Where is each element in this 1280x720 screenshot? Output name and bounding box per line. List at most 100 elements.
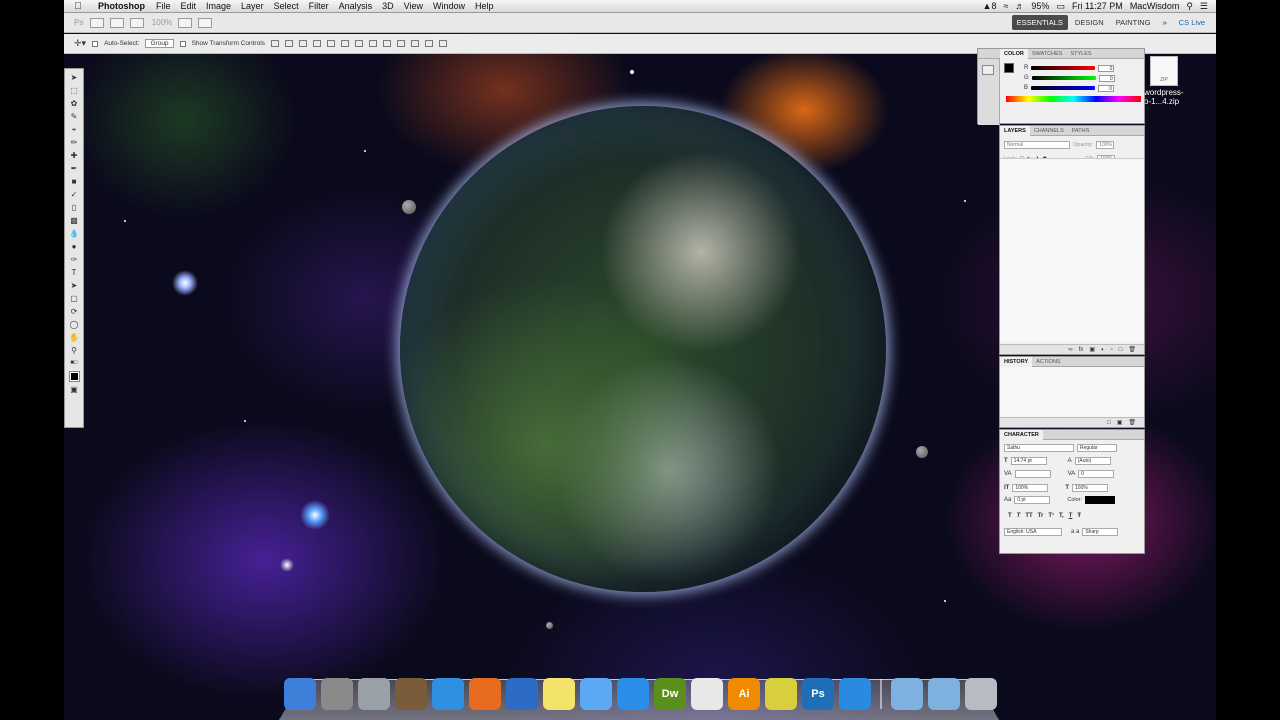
menu-filter[interactable]: Filter xyxy=(304,0,334,13)
shape-tool-icon[interactable]: ▢ xyxy=(69,294,80,303)
green-value[interactable]: 0 xyxy=(1098,74,1115,82)
workspace-design[interactable]: DESIGN xyxy=(1070,15,1109,30)
move-tool-preset-icon[interactable]: ✛▾ xyxy=(74,38,86,49)
history-list[interactable] xyxy=(1000,367,1144,417)
eraser-tool-icon[interactable]: ▯ xyxy=(69,203,80,212)
tab-character[interactable]: CHARACTER xyxy=(1000,429,1043,440)
text-color-swatch[interactable] xyxy=(1085,496,1116,504)
screen-mode-icon[interactable] xyxy=(198,17,213,28)
menu-image[interactable]: Image xyxy=(201,0,236,13)
blend-mode-select[interactable]: Normal xyxy=(1004,141,1070,149)
delete-state-icon[interactable]: 🗑 xyxy=(1128,419,1136,426)
distribute-top-icon[interactable] xyxy=(354,40,363,47)
cs-live-button[interactable]: CS Live xyxy=(1174,15,1210,30)
align-top-icon[interactable] xyxy=(270,40,279,47)
menu-select[interactable]: Select xyxy=(269,0,304,13)
new-layer-icon[interactable]: □ xyxy=(1119,347,1123,353)
tab-paths[interactable]: PATHS xyxy=(1068,126,1094,136)
photo-booth-icon[interactable] xyxy=(395,678,427,710)
apple-menu-icon[interactable]:  xyxy=(64,1,92,12)
itunes-icon[interactable] xyxy=(839,678,871,710)
subscript-button[interactable]: T, xyxy=(1059,513,1064,519)
eyedropper-tool-icon[interactable]: ✏ xyxy=(69,138,80,147)
auto-select-checkbox[interactable] xyxy=(92,40,99,47)
color-spectrum-ramp[interactable] xyxy=(1006,96,1141,102)
safari-icon[interactable] xyxy=(432,678,464,710)
adobe-updater-icon[interactable]: ▲8 xyxy=(983,1,997,11)
distribute-bottom-icon[interactable] xyxy=(382,40,391,47)
arrange-documents-icon[interactable] xyxy=(178,17,193,28)
acrobat-icon[interactable] xyxy=(691,678,723,710)
menu-3d[interactable]: 3D xyxy=(377,0,399,13)
vertical-scale-input[interactable]: 100% xyxy=(1012,484,1049,492)
horizontal-scale-input[interactable]: 100% xyxy=(1072,484,1109,492)
new-snapshot-icon[interactable]: ▣ xyxy=(1117,419,1123,426)
workspace-essentials[interactable]: ESSENTIALS xyxy=(1011,15,1068,30)
strikethrough-button[interactable]: Ŧ xyxy=(1077,513,1081,519)
blue-slider[interactable] xyxy=(1031,86,1096,90)
distribute-left-icon[interactable] xyxy=(396,40,405,47)
history-brush-tool-icon[interactable]: ✓ xyxy=(69,190,80,199)
antialias-select[interactable]: Sharp xyxy=(1082,528,1119,536)
layer-mask-icon[interactable]: ▣ xyxy=(1089,346,1095,353)
system-preferences-icon[interactable] xyxy=(321,678,353,710)
app-store-icon[interactable] xyxy=(617,678,649,710)
superscript-button[interactable]: T¹ xyxy=(1048,513,1054,519)
mini-bridge-icon[interactable] xyxy=(109,17,124,28)
stickies-icon[interactable] xyxy=(543,678,575,710)
default-colors-icon[interactable]: ■□ xyxy=(69,359,80,368)
user-name[interactable]: MacWisdom xyxy=(1130,1,1180,11)
leading-input[interactable]: (Auto) xyxy=(1074,457,1111,465)
quick-select-tool-icon[interactable]: ✎ xyxy=(69,112,80,121)
tab-layers[interactable]: LAYERS xyxy=(1000,125,1030,136)
brush-tool-icon[interactable]: ✒ xyxy=(69,164,80,173)
faux-bold-button[interactable]: T xyxy=(1008,513,1012,519)
finder-icon[interactable] xyxy=(284,678,316,710)
more-workspaces-button[interactable]: » xyxy=(1158,15,1172,30)
font-family-select[interactable]: Sathu xyxy=(1004,444,1074,452)
clone-stamp-tool-icon[interactable]: ■ xyxy=(69,177,80,186)
3d-orbit-tool-icon[interactable]: ◯ xyxy=(69,320,80,329)
spotlight-icon[interactable]: ⚲ xyxy=(1186,1,1193,12)
green-slider[interactable] xyxy=(1031,76,1096,80)
gradient-tool-icon[interactable]: ▩ xyxy=(69,216,80,225)
trash-icon[interactable] xyxy=(965,678,997,710)
tab-styles[interactable]: STYLES xyxy=(1066,49,1095,59)
layer-style-icon[interactable]: fx xyxy=(1079,347,1084,353)
tab-swatches[interactable]: SWATCHES xyxy=(1028,49,1067,59)
blue-value[interactable]: 0 xyxy=(1098,84,1115,92)
menu-view[interactable]: View xyxy=(399,0,428,13)
dodge-tool-icon[interactable]: ● xyxy=(69,242,80,251)
volume-icon[interactable]: ♬ xyxy=(1015,1,1024,11)
tracking-input[interactable]: 0 xyxy=(1078,470,1115,478)
battery-percent[interactable]: 95% xyxy=(1031,1,1049,11)
kerning-input[interactable] xyxy=(1014,470,1051,478)
underline-button[interactable]: T xyxy=(1069,513,1073,519)
move-tool-icon[interactable]: ➤ xyxy=(69,73,80,82)
tab-history[interactable]: HISTORY xyxy=(1000,356,1033,367)
tab-color[interactable]: COLOR xyxy=(1000,48,1028,59)
language-select[interactable]: English: USA xyxy=(1004,528,1062,536)
layers-list[interactable] xyxy=(1000,158,1144,342)
align-left-icon[interactable] xyxy=(312,40,321,47)
battery-icon[interactable]: ▭ xyxy=(1056,1,1065,12)
hand-tool-icon[interactable]: ✋ xyxy=(69,333,80,342)
marquee-tool-icon[interactable]: ⬚ xyxy=(69,86,80,95)
zip-file-icon[interactable]: ZIP xyxy=(1150,56,1178,86)
opacity-input[interactable]: 100% xyxy=(1096,141,1115,149)
messages-icon[interactable] xyxy=(580,678,612,710)
distribute-vcenter-icon[interactable] xyxy=(368,40,377,47)
blur-tool-icon[interactable]: 💧 xyxy=(69,229,80,238)
lasso-tool-icon[interactable]: ✿ xyxy=(69,99,80,108)
small-caps-button[interactable]: Tr xyxy=(1038,513,1044,519)
foreground-color-swatch[interactable] xyxy=(68,371,80,382)
tab-actions[interactable]: ACTIONS xyxy=(1032,357,1064,367)
adjustment-layer-icon[interactable]: ◐ xyxy=(1101,347,1105,353)
font-style-select[interactable]: Regular xyxy=(1077,444,1117,452)
all-caps-button[interactable]: TT xyxy=(1025,513,1032,519)
quicktime-icon[interactable] xyxy=(506,678,538,710)
notification-list-icon[interactable]: ☰ xyxy=(1200,1,1208,12)
bridge-icon[interactable] xyxy=(89,17,104,28)
documents-folder-icon[interactable] xyxy=(928,678,960,710)
auto-align-icon[interactable] xyxy=(438,40,447,47)
